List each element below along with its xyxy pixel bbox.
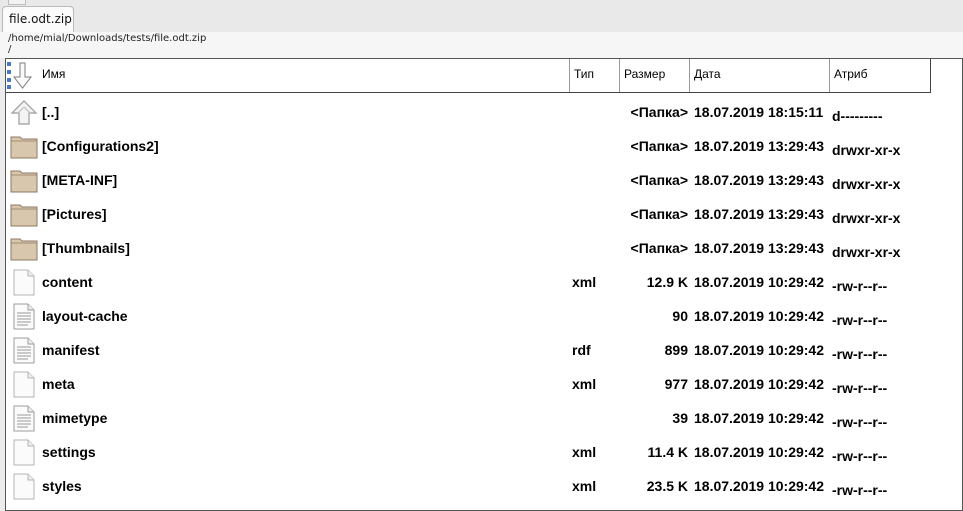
file-name: layout-cache	[42, 308, 128, 324]
column-header: Имя Тип Размер Дата Атриб	[6, 59, 931, 93]
file-list[interactable]: Имя Тип Размер Дата Атриб [..] <Папка> 18.…	[5, 58, 963, 511]
file-row[interactable]: [Configurations2] <Папка> 18.07.2019 13:29…	[6, 129, 961, 163]
file-size: <Папка>	[630, 104, 688, 120]
file-size: <Папка>	[630, 240, 688, 256]
file-row[interactable]: [Thumbnails] <Папка> 18.07.2019 13:29:43 dr…	[6, 231, 961, 265]
column-size-label: Размер	[624, 67, 666, 81]
column-name-label: Имя	[42, 67, 66, 81]
file-size: 39	[672, 410, 688, 426]
column-attr[interactable]: Атриб	[830, 59, 931, 92]
blank-file-icon	[10, 473, 38, 500]
file-attributes: -rw-r--r--	[832, 482, 888, 498]
text-file-icon	[10, 337, 38, 364]
archive-inner-path: /	[8, 44, 12, 55]
tab-file[interactable]: file.odt.zip	[2, 6, 74, 32]
file-type: rdf	[572, 342, 591, 358]
file-date: 18.07.2019 13:29:43	[694, 172, 824, 188]
file-row[interactable]: meta xml 977 18.07.2019 10:29:42 -rw-r--r--	[6, 367, 961, 401]
file-date: 18.07.2019 10:29:42	[694, 308, 824, 324]
file-size: 11.4 K	[647, 444, 688, 460]
file-attributes: -rw-r--r--	[832, 380, 888, 396]
file-date: 18.07.2019 18:15:11	[694, 104, 824, 120]
sort-down-icon[interactable]	[6, 59, 40, 92]
current-path: /home/mial/Downloads/tests/file.odt.zip	[8, 33, 207, 44]
column-date-label: Дата	[694, 67, 721, 81]
file-attributes: -rw-r--r--	[832, 278, 888, 294]
file-type: xml	[572, 274, 597, 290]
file-attributes: drwxr-xr-x	[832, 210, 901, 226]
file-row[interactable]: [Pictures] <Папка> 18.07.2019 13:29:43 drwx…	[6, 197, 961, 231]
file-date: 18.07.2019 10:29:42	[694, 410, 824, 426]
file-name: [..]	[42, 104, 60, 120]
file-date: 18.07.2019 10:29:42	[694, 274, 824, 290]
folder-icon	[10, 235, 38, 262]
file-name: [Pictures]	[42, 206, 107, 222]
file-date: 18.07.2019 10:29:42	[694, 478, 824, 494]
path-bar: /home/mial/Downloads/tests/file.odt.zip …	[0, 32, 963, 58]
file-row[interactable]: settings xml 11.4 K 18.07.2019 10:29:42 -rw-…	[6, 435, 961, 469]
file-name: mimetype	[42, 410, 108, 426]
file-name: [META-INF]	[42, 172, 118, 188]
file-row[interactable]: [..] <Папка> 18.07.2019 18:15:11 d---------	[6, 95, 961, 129]
folder-icon	[10, 201, 38, 228]
file-row[interactable]: mimetype 39 18.07.2019 10:29:42 -rw-r--r--	[6, 401, 961, 435]
file-type: xml	[572, 376, 597, 392]
file-name: meta	[42, 376, 75, 392]
file-attributes: -rw-r--r--	[832, 414, 888, 430]
file-date: 18.07.2019 13:29:43	[694, 206, 824, 222]
text-file-icon	[10, 303, 38, 330]
up-arrow-icon	[10, 99, 38, 126]
file-date: 18.07.2019 13:29:43	[694, 138, 824, 154]
text-file-icon	[10, 405, 38, 432]
file-date: 18.07.2019 10:29:42	[694, 342, 824, 358]
file-name: styles	[42, 478, 82, 494]
file-row[interactable]: [META-INF] <Папка> 18.07.2019 13:29:43 drwx…	[6, 163, 961, 197]
file-name: settings	[42, 444, 96, 460]
file-size: 23.5 K	[646, 478, 688, 494]
file-name: [Configurations2]	[42, 138, 159, 154]
blank-file-icon	[10, 269, 38, 296]
file-size: 899	[664, 342, 688, 358]
file-attributes: -rw-r--r--	[832, 312, 888, 328]
file-row[interactable]: layout-cache 90 18.07.2019 10:29:42 -rw-r--…	[6, 299, 961, 333]
file-attributes: d---------	[832, 108, 883, 124]
file-date: 18.07.2019 10:29:42	[694, 444, 824, 460]
column-type-label: Тип	[574, 67, 595, 81]
file-size: 90	[672, 308, 688, 324]
column-type[interactable]: Тип	[570, 59, 620, 92]
file-size: <Папка>	[630, 172, 688, 188]
tab-bar: file.odt.zip	[0, 0, 963, 32]
file-attributes: -rw-r--r--	[832, 448, 888, 464]
column-attr-label: Атриб	[834, 67, 868, 81]
file-size: <Папка>	[630, 138, 688, 154]
folder-icon	[10, 133, 38, 160]
tab-stub	[8, 0, 26, 5]
column-date[interactable]: Дата	[690, 59, 830, 92]
file-type: xml	[572, 478, 597, 494]
file-size: 977	[664, 376, 688, 392]
column-size[interactable]: Размер	[620, 59, 690, 92]
file-attributes: drwxr-xr-x	[832, 142, 901, 158]
file-name: content	[42, 274, 93, 290]
file-name: [Thumbnails]	[42, 240, 130, 256]
file-size: 12.9 K	[646, 274, 688, 290]
blank-file-icon	[10, 439, 38, 466]
file-attributes: drwxr-xr-x	[832, 244, 901, 260]
file-attributes: -rw-r--r--	[832, 346, 888, 362]
file-name: manifest	[42, 342, 100, 358]
file-type: xml	[572, 444, 597, 460]
column-name[interactable]: Имя	[6, 59, 570, 92]
file-date: 18.07.2019 10:29:42	[694, 376, 824, 392]
file-row[interactable]: styles xml 23.5 K 18.07.2019 10:29:42 -rw-r-…	[6, 469, 961, 503]
file-size: <Папка>	[630, 206, 688, 222]
file-row[interactable]: content xml 12.9 K 18.07.2019 10:29:42 -rw-r…	[6, 265, 961, 299]
file-date: 18.07.2019 13:29:43	[694, 240, 824, 256]
folder-icon	[10, 167, 38, 194]
file-attributes: drwxr-xr-x	[832, 176, 901, 192]
file-row[interactable]: manifest rdf 899 18.07.2019 10:29:42 -rw-r--…	[6, 333, 961, 367]
blank-file-icon	[10, 371, 38, 398]
